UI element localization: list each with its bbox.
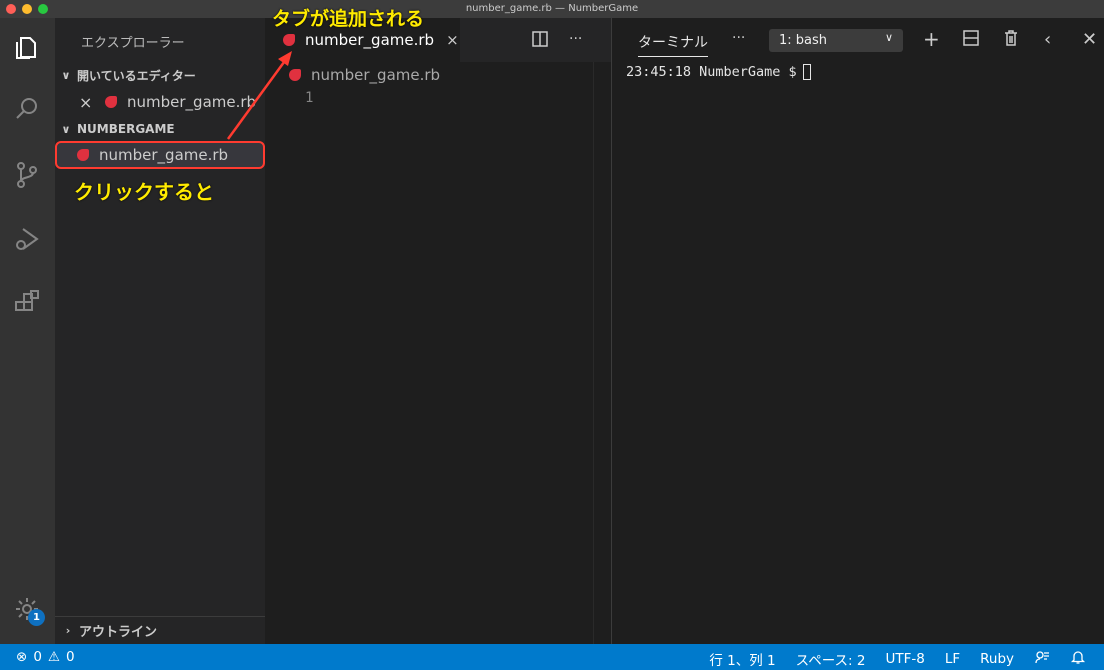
bell-icon[interactable] — [1070, 649, 1086, 669]
terminal-prompt: 23:45:18 NumberGame $ — [626, 64, 797, 80]
outline-label: アウトライン — [79, 625, 158, 640]
search-icon[interactable] — [10, 92, 44, 126]
open-editors-label: 開いているエディター — [77, 68, 196, 83]
chevron-down-icon: ∨ — [884, 31, 893, 44]
breadcrumb-filename: number_game.rb — [311, 66, 441, 84]
error-icon: ⊗ — [16, 649, 28, 665]
title-bar: number_game.rb — NumberGame — [0, 0, 1104, 18]
extensions-icon[interactable] — [10, 286, 44, 320]
chevron-left-icon[interactable]: ‹ — [1044, 29, 1051, 50]
chevron-down-icon: ∨ — [61, 68, 71, 82]
open-editors-section-header[interactable]: ∨ 開いているエディター — [55, 64, 265, 86]
close-icon[interactable]: × — [79, 93, 105, 112]
explorer-sidebar: エクスプローラー ∨ 開いているエディター × number_game.rb ∨… — [55, 18, 265, 644]
breadcrumb[interactable]: number_game.rb — [289, 66, 440, 84]
click-annotation: クリックすると — [74, 180, 214, 204]
outline-section-header[interactable]: › アウトライン — [55, 616, 265, 644]
split-editor-icon[interactable] — [531, 30, 549, 52]
terminal-select[interactable]: 1: bash ∨ — [769, 29, 903, 52]
close-icon[interactable]: ✕ — [1082, 29, 1097, 50]
trash-icon[interactable] — [1002, 29, 1020, 52]
chevron-down-icon: ∨ — [61, 122, 71, 136]
terminal-panel: ターミナル ··· 1: bash ∨ + ‹ ✕ 23:45:18 Numbe… — [611, 18, 1104, 644]
problems-indicator[interactable]: ⊗ 0 ⚠ 0 — [16, 649, 75, 665]
source-control-icon[interactable] — [10, 158, 44, 192]
split-terminal-icon[interactable] — [962, 29, 980, 52]
tab-filename: number_game.rb — [305, 31, 435, 49]
warning-count: 0 — [66, 649, 75, 665]
explorer-icon[interactable] — [10, 30, 44, 64]
ruby-file-icon — [77, 149, 89, 161]
plus-icon[interactable]: + — [923, 27, 940, 51]
file-tree-item[interactable]: number_game.rb — [55, 142, 265, 168]
sidebar-title: エクスプローラー — [81, 36, 185, 51]
settings-badge: 1 — [28, 609, 45, 626]
ruby-file-icon — [289, 69, 301, 81]
ruby-file-icon — [105, 96, 117, 108]
open-editor-filename: number_game.rb — [127, 93, 257, 111]
language-mode[interactable]: Ruby — [980, 651, 1014, 667]
run-debug-icon[interactable] — [10, 222, 44, 256]
feedback-icon[interactable] — [1034, 649, 1050, 669]
editor-more-actions[interactable]: ··· — [569, 31, 582, 47]
panel-more-actions[interactable]: ··· — [732, 30, 745, 46]
encoding[interactable]: UTF-8 — [885, 651, 924, 667]
error-count: 0 — [33, 649, 42, 665]
terminal-select-value: 1: bash — [779, 33, 828, 48]
warning-icon: ⚠ — [47, 649, 61, 665]
terminal-cursor — [802, 64, 811, 80]
tab-terminal[interactable]: ターミナル — [638, 32, 708, 57]
status-bar: ⊗ 0 ⚠ 0 行 1、列 1 スペース: 2 UTF-8 LF Ruby — [0, 644, 1104, 670]
tab-annotation: タブが追加される — [272, 8, 425, 30]
file-tree-filename: number_game.rb — [99, 146, 229, 164]
indentation[interactable]: スペース: 2 — [796, 649, 866, 669]
cursor-position[interactable]: 行 1、列 1 — [709, 649, 775, 669]
open-editor-item[interactable]: × number_game.rb — [55, 89, 265, 115]
chevron-right-icon: › — [65, 624, 71, 637]
terminal-output[interactable]: 23:45:18 NumberGame $ — [626, 64, 811, 80]
end-of-line[interactable]: LF — [945, 651, 960, 667]
folder-section-header[interactable]: ∨ NUMBERGAME — [55, 118, 265, 140]
activity-bar: 1 — [0, 18, 55, 644]
minimap-divider — [593, 62, 594, 644]
folder-label: NUMBERGAME — [77, 122, 175, 136]
editor-group: number_game.rb × ··· number_game.rb 1 — [265, 18, 611, 644]
line-number: 1 — [305, 90, 314, 106]
window-title: number_game.rb — NumberGame — [465, 3, 639, 14]
ruby-file-icon — [283, 34, 295, 46]
status-bar-right: 行 1、列 1 スペース: 2 UTF-8 LF Ruby — [709, 649, 1086, 669]
tab-close-icon[interactable]: × — [446, 31, 459, 49]
